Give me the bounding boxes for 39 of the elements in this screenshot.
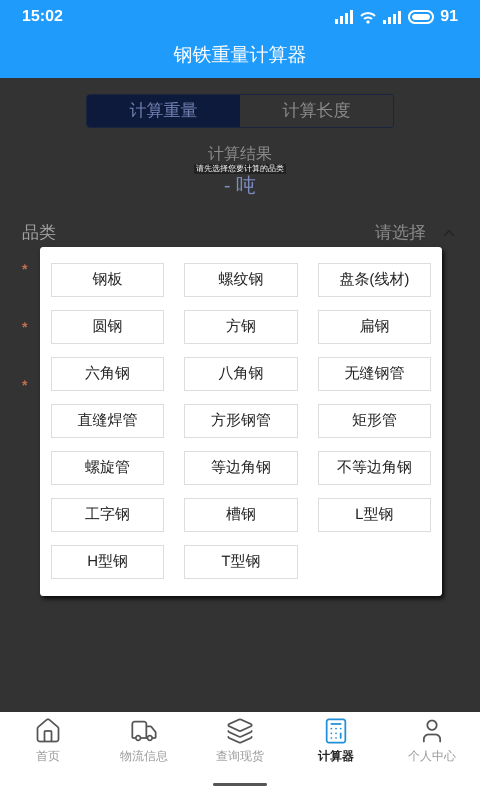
category-option[interactable]: 扁钢 (318, 310, 431, 344)
required-mark: * (22, 320, 28, 334)
result-label: 计算结果 (208, 146, 272, 164)
signal-icon (334, 10, 354, 24)
category-option[interactable]: 钢板 (51, 263, 164, 297)
category-value[interactable]: 请选择 (375, 220, 426, 246)
category-option[interactable]: 六角钢 (51, 357, 164, 391)
category-option[interactable]: 工字钢 (51, 498, 164, 532)
category-option[interactable]: T型钢 (184, 545, 298, 579)
category-option[interactable]: 方形钢管 (184, 404, 298, 438)
required-mark: * (22, 262, 28, 276)
signal-icon (382, 10, 402, 24)
category-option[interactable]: 八角钢 (184, 357, 298, 391)
category-option[interactable]: 槽钢 (184, 498, 298, 532)
category-option[interactable]: 方钢 (184, 310, 298, 344)
category-label: 品类 (22, 222, 56, 244)
toast-message: 请先选择您要计算的品类 (194, 164, 286, 174)
layers-icon (226, 717, 254, 745)
category-option[interactable]: 螺旋管 (51, 451, 164, 485)
category-option[interactable]: H型钢 (51, 545, 164, 579)
battery-icon (408, 10, 434, 24)
category-option[interactable]: 直缝焊管 (51, 404, 164, 438)
mode-tab[interactable]: 计算重量 (87, 95, 240, 127)
category-option[interactable]: 等边角钢 (184, 451, 298, 485)
category-option[interactable]: 螺纹钢 (184, 263, 298, 297)
required-mark: * (22, 378, 28, 392)
category-option[interactable]: 矩形管 (318, 404, 431, 438)
category-option[interactable]: 不等边角钢 (318, 451, 431, 485)
result-value: - 吨 (224, 174, 256, 198)
category-option[interactable]: 盘条(线材) (318, 263, 431, 297)
nav-tab[interactable]: 计算器 (288, 717, 384, 765)
category-option[interactable]: 无缝钢管 (318, 357, 431, 391)
house-icon (34, 717, 62, 745)
category-option[interactable]: 圆钢 (51, 310, 164, 344)
wifi-icon (360, 10, 376, 24)
category-option[interactable]: L型钢 (318, 498, 431, 532)
status-time: 15:02 (22, 7, 63, 27)
battery-level: 91 (440, 7, 458, 27)
app-title: 钢铁重量计算器 (174, 44, 306, 68)
